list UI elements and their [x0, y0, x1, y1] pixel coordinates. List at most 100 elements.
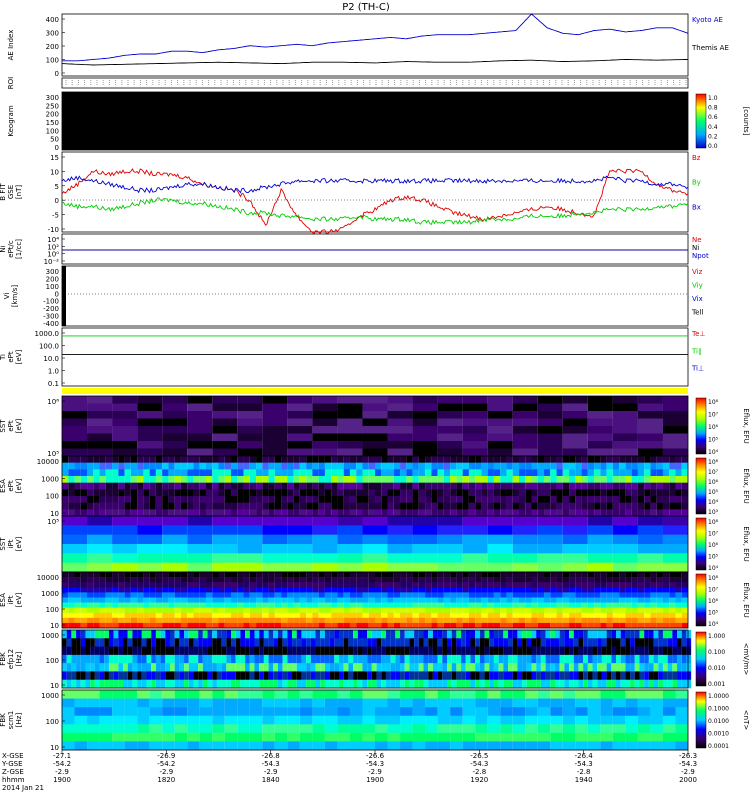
esa2-panel-cell — [669, 582, 676, 588]
fbk2-panel-cell — [162, 724, 175, 734]
fbk1-panel-cell — [301, 671, 307, 681]
esa1-panel-cell — [218, 496, 225, 503]
esa2-panel-cell — [656, 582, 663, 588]
esa2-panel-cell — [281, 607, 288, 614]
esa1-panel-cell — [475, 482, 482, 490]
esa1-panel-cell — [343, 496, 350, 503]
fbk1-panel-cell — [564, 671, 570, 681]
esa2-panel-cell — [62, 597, 69, 603]
esa2-panel-cell — [149, 592, 156, 598]
esa2-panel-cell — [349, 602, 357, 608]
esa1-panel-cell — [518, 496, 526, 503]
sst2-panel-cell — [287, 534, 313, 545]
esa1-panel-cell — [193, 502, 200, 510]
esa1-panel-cell — [155, 456, 163, 463]
esa1-panel-cell — [187, 482, 194, 490]
fbk1-panel-cell — [249, 630, 255, 639]
sst2-panel-cell — [112, 516, 138, 526]
fbk1-panel-cell — [578, 646, 584, 656]
esa1-panel-cell — [575, 456, 582, 463]
esa2-panel-cell — [312, 592, 319, 598]
esa1-panel-cell — [487, 502, 494, 510]
esa2-panel-cell — [274, 622, 282, 629]
fbk1-panel-cell — [503, 663, 509, 672]
esa2-panel-cell — [281, 617, 288, 624]
esa2-panel-cell — [462, 612, 469, 619]
fbk1-panel-cell — [677, 654, 682, 664]
fbk1-panel-cell — [592, 671, 598, 681]
esa1-panel-cell — [443, 509, 451, 517]
esa1-panel-cell — [262, 502, 269, 510]
esa1-panel-cell — [625, 456, 632, 463]
esa1-panel-cell — [312, 456, 319, 463]
esa2-panel-cell — [650, 607, 657, 614]
esa1-panel-cell — [356, 489, 363, 497]
sst2-panel-cell — [87, 544, 113, 554]
fbk1-panel-cell — [639, 663, 645, 672]
esa1-panel-cell — [443, 469, 451, 477]
fbk1-panel-cell — [245, 679, 250, 689]
fbk1-panel-cell — [545, 630, 551, 639]
esa1-panel-cell — [231, 496, 238, 503]
esa1-panel-cell — [525, 496, 532, 503]
fbk1-panel-cell — [432, 679, 438, 689]
colorbar — [695, 93, 707, 149]
esa2-panel-cell — [581, 617, 588, 624]
esa2-panel-cell — [162, 622, 169, 629]
esa1-panel-cell — [400, 509, 407, 517]
fbk1-panel-cell — [371, 654, 377, 664]
fbk1-panel-cell — [259, 646, 264, 656]
fbk1-panel-cell — [249, 671, 255, 681]
esa2-panel-cell — [387, 587, 394, 593]
esa2-panel-cell — [262, 597, 269, 603]
fbk1-panel-cell — [123, 671, 128, 681]
esa2-panel-cell — [537, 582, 545, 588]
sst2-panel-cell — [637, 516, 663, 526]
esa1-panel-cell — [306, 489, 313, 497]
esa2-panel-cell — [218, 607, 225, 614]
sst1-panel-cell — [462, 396, 488, 404]
colorbar-tick: 10⁷ — [708, 412, 719, 419]
fbk1-panel-cell — [493, 679, 499, 689]
xaxis-tick-label: -2.9 — [159, 768, 173, 776]
esa2-panel-cell — [581, 597, 588, 603]
esa2-panel-cell — [205, 617, 213, 624]
fbk1-panel-cell — [493, 646, 499, 656]
legend-entry: Ni — [692, 244, 699, 252]
esa2-panel-cell — [506, 577, 513, 583]
sst1-panel-cell — [412, 433, 438, 442]
esa2-panel-cell — [500, 597, 507, 603]
fbk1-panel-cell — [273, 638, 278, 647]
esa2-panel-cell — [500, 587, 507, 593]
fbk2-panel-cell — [575, 698, 588, 708]
esa2-panel-cell — [356, 572, 363, 578]
esa1-panel-cell — [143, 496, 150, 503]
esa2-panel-cell — [137, 612, 144, 619]
esa2-panel-cell — [575, 602, 582, 608]
legend-entry: Npot — [692, 252, 709, 260]
esa2-panel-cell — [80, 622, 88, 629]
fbk1-panel-cell — [465, 630, 471, 639]
esa2-panel-cell — [637, 587, 645, 593]
esa1-panel-cell — [324, 476, 332, 483]
esa1-panel-cell — [581, 496, 588, 503]
fbk1-panel-cell — [639, 654, 645, 664]
esa1-panel-cell — [99, 469, 106, 477]
esa2-panel-cell — [493, 612, 501, 619]
fbk1-panel-cell — [451, 646, 457, 656]
esa1-panel-cell — [644, 502, 651, 510]
esa1-panel-cell — [87, 489, 94, 497]
esa2-panel-cell — [362, 582, 369, 588]
fbk1-panel-cell — [404, 638, 410, 647]
fbk1-panel-cell — [508, 671, 513, 681]
esa2-panel-cell — [180, 582, 188, 588]
esa1-panel-cell — [299, 482, 307, 490]
esa2-panel-cell — [556, 607, 563, 614]
esa2-panel-cell — [631, 622, 638, 629]
esa2-panel-cell — [62, 587, 69, 593]
esa2-panel-cell — [525, 612, 532, 619]
sst1-panel-cell — [512, 411, 538, 419]
sst2-panel-cell — [87, 562, 113, 573]
esa1-panel-cell — [493, 469, 501, 477]
sst1-panel-cell — [437, 411, 463, 419]
